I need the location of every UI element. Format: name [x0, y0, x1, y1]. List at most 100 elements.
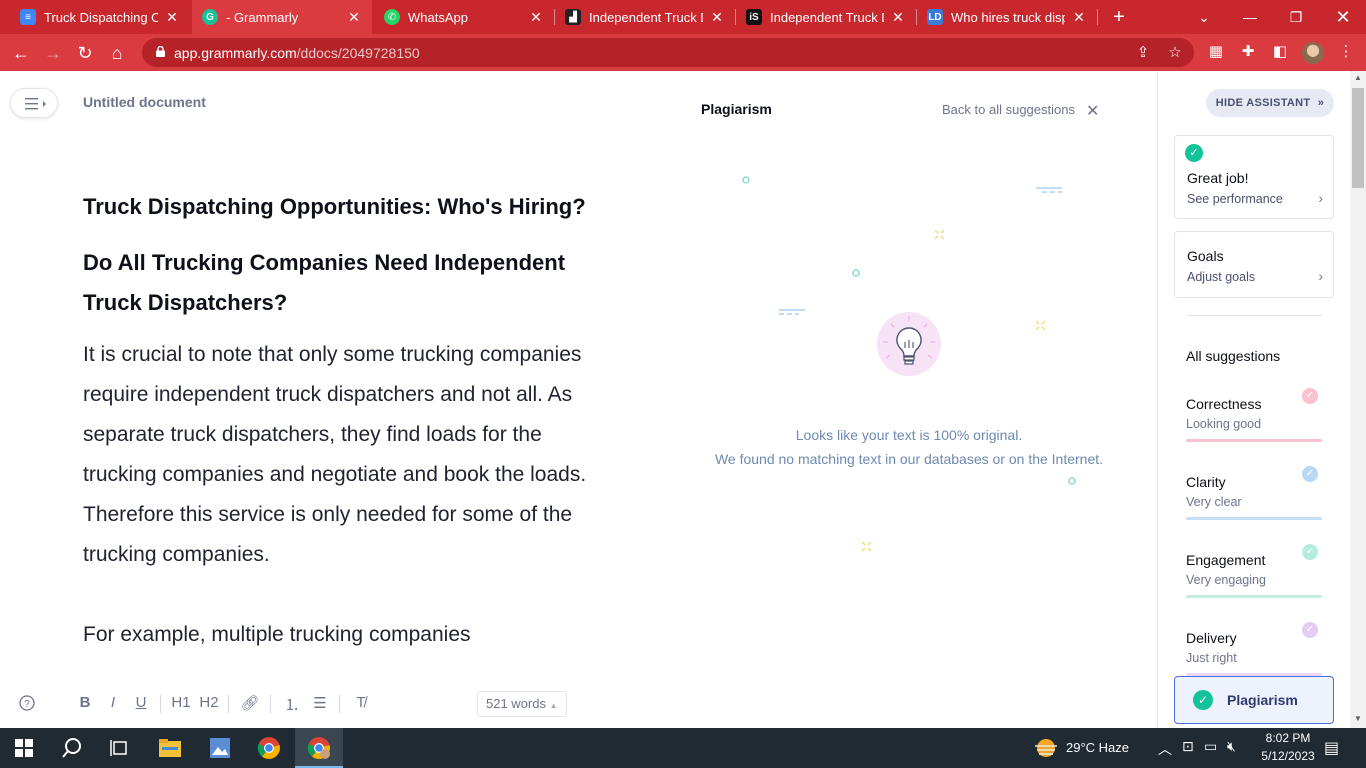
hide-assistant-button[interactable]: HIDE ASSISTANT » [1206, 89, 1334, 117]
word-count-button[interactable]: 521 words ▲ [477, 691, 567, 717]
decor-dash-icon [1036, 187, 1062, 193]
clock-date[interactable]: 5/12/2023 [1254, 749, 1322, 763]
metric-engagement[interactable]: Engagement Very engaging ✓ [1186, 544, 1322, 608]
scrollbar-thumb[interactable] [1352, 88, 1364, 188]
windows-start-icon[interactable] [10, 734, 38, 762]
bookmark-star-icon[interactable]: ☆ [1166, 44, 1184, 62]
is-icon: iS [746, 9, 762, 25]
file-explorer-icon[interactable] [156, 734, 184, 762]
tab-google-docs[interactable]: ≡ Truck Dispatching Opp ✕ [10, 0, 190, 34]
decor-sparkle-icon [1035, 320, 1046, 331]
tab-search-icon[interactable]: ⌄ [1181, 0, 1227, 34]
new-tab-icon[interactable]: + [1108, 6, 1130, 28]
close-tab-icon[interactable]: ✕ [528, 9, 544, 26]
tab-grammarly[interactable]: G - Grammarly ✕ [192, 0, 372, 34]
reload-icon[interactable]: ↻ [74, 42, 96, 64]
puzzle-extensions-icon[interactable]: ✚ [1238, 42, 1258, 62]
tab-independent-truck-2[interactable]: iS Independent Truck Dis ✕ [736, 0, 916, 34]
page-scrollbar[interactable]: ▲ ▼ [1350, 71, 1366, 728]
profile-avatar[interactable] [1302, 42, 1324, 64]
numbered-list-icon[interactable]: ⒈ [281, 694, 303, 715]
close-tab-icon[interactable]: ✕ [890, 9, 906, 26]
back-to-suggestions-link[interactable]: Back to all suggestions [942, 102, 1075, 117]
goals-card[interactable]: Goals Adjust goals › [1174, 231, 1334, 298]
performance-title: Great job! [1187, 170, 1249, 186]
close-tab-icon[interactable]: ✕ [164, 9, 180, 26]
network-icon[interactable]: ⊡ [1182, 738, 1194, 755]
tab-who-hires[interactable]: LD Who hires truck dispa ✕ [917, 0, 1097, 34]
plagiarism-result-detail: We found no matching text in our databas… [714, 451, 1104, 467]
check-circle-icon: ✓ [1302, 622, 1318, 638]
metric-clarity[interactable]: Clarity Very clear ✓ [1186, 466, 1322, 530]
caret-up-icon: ▲ [549, 701, 558, 710]
minimize-icon[interactable]: — [1227, 0, 1273, 34]
metric-correctness[interactable]: Correctness Looking good ✓ [1186, 388, 1322, 452]
forward-arrow-icon[interactable]: → [42, 42, 64, 64]
lightbulb-icon [883, 316, 935, 365]
weather-text[interactable]: 29°C Haze [1066, 740, 1129, 755]
metric-name: Clarity [1186, 474, 1226, 490]
show-hidden-icons-icon[interactable]: ︿ [1158, 739, 1172, 759]
address-bar[interactable]: app.grammarly.com/ddocs/2049728150 ⇪ ☆ [142, 38, 1194, 67]
toolbar-divider [339, 695, 340, 713]
google-docs-icon: ≡ [20, 9, 36, 25]
close-tab-icon[interactable]: ✕ [709, 9, 725, 26]
site-icon: ▟ [565, 9, 581, 25]
doc-paragraph: It is crucial to note that only some tru… [83, 343, 587, 566]
close-tab-icon[interactable]: ✕ [346, 9, 362, 26]
all-suggestions-link[interactable]: All suggestions [1186, 348, 1280, 364]
photos-app-icon[interactable] [206, 734, 234, 762]
close-icon[interactable]: ✕ [1086, 101, 1099, 121]
side-panel-icon[interactable]: ◧ [1270, 42, 1290, 62]
tab-title: WhatsApp [408, 9, 468, 25]
bold-button[interactable]: B [74, 694, 96, 711]
heading1-button[interactable]: H1 [170, 694, 192, 711]
underline-button[interactable]: U [130, 694, 152, 711]
see-performance-link[interactable]: See performance [1187, 192, 1283, 206]
home-icon[interactable]: ⌂ [106, 42, 128, 64]
more-menu-icon[interactable]: ⋮ [1336, 42, 1356, 62]
battery-icon[interactable]: ▭ [1204, 738, 1217, 755]
url-text[interactable]: app.grammarly.com/ddocs/2049728150 [174, 45, 420, 61]
italic-button[interactable]: I [102, 694, 124, 711]
tab-independent-truck-1[interactable]: ▟ Independent Truck Dis ✕ [555, 0, 735, 34]
chrome-profile-icon[interactable] [305, 734, 333, 762]
clear-formatting-icon[interactable]: T̸ [350, 694, 372, 711]
close-tab-icon[interactable]: ✕ [1071, 9, 1087, 26]
back-arrow-icon[interactable]: ← [10, 42, 32, 64]
extension-icon[interactable]: ▦ [1206, 42, 1226, 62]
chrome-icon[interactable] [255, 734, 283, 762]
bulleted-list-icon[interactable]: ☰ [309, 694, 331, 712]
plagiarism-result-message: Looks like your text is 100% original. [795, 427, 1023, 443]
document-title[interactable]: Untitled document [83, 94, 206, 110]
help-icon[interactable]: ? [16, 694, 38, 716]
decor-dash-icon [779, 309, 805, 315]
tab-whatsapp[interactable]: ✆ WhatsApp ✕ [374, 0, 554, 34]
scroll-down-icon[interactable]: ▼ [1350, 714, 1366, 723]
weather-icon[interactable] [1032, 734, 1060, 762]
scroll-up-icon[interactable]: ▲ [1350, 73, 1366, 82]
hamburger-icon [25, 98, 46, 110]
plagiarism-button[interactable]: ✓ Plagiarism [1174, 676, 1334, 724]
tab-title: Truck Dispatching Opp [44, 9, 158, 25]
adjust-goals-link[interactable]: Adjust goals [1187, 270, 1255, 284]
restore-icon[interactable]: ❐ [1273, 0, 1319, 34]
search-icon[interactable] [58, 734, 86, 762]
browser-toolbar: ← → ↻ ⌂ app.grammarly.com/ddocs/20497281… [0, 34, 1366, 71]
decor-circle-icon [742, 176, 750, 184]
link-icon[interactable]: 🔗︎ [239, 694, 261, 712]
document-body[interactable]: Truck Dispatching Opportunities: Who's H… [83, 187, 613, 679]
close-window-icon[interactable]: ✕ [1320, 0, 1366, 34]
chevron-right-icon: › [1318, 268, 1323, 284]
performance-card[interactable]: ✓ Great job! See performance › [1174, 135, 1334, 219]
volume-muted-icon[interactable]: 🔇︎ [1227, 738, 1236, 755]
clock-time[interactable]: 8:02 PM [1259, 731, 1317, 745]
doc-heading-1: Truck Dispatching Opportunities: Who's H… [83, 194, 586, 219]
heading2-button[interactable]: H2 [198, 694, 220, 711]
notifications-icon[interactable]: ▤ [1324, 738, 1339, 758]
share-icon[interactable]: ⇪ [1134, 44, 1152, 62]
document-menu-button[interactable] [10, 88, 58, 118]
editor-area: Untitled document Truck Dispatching Oppo… [0, 71, 1157, 728]
task-view-icon[interactable] [106, 734, 134, 762]
doc-heading-2: Do All Trucking Companies Need Independe… [83, 250, 566, 315]
